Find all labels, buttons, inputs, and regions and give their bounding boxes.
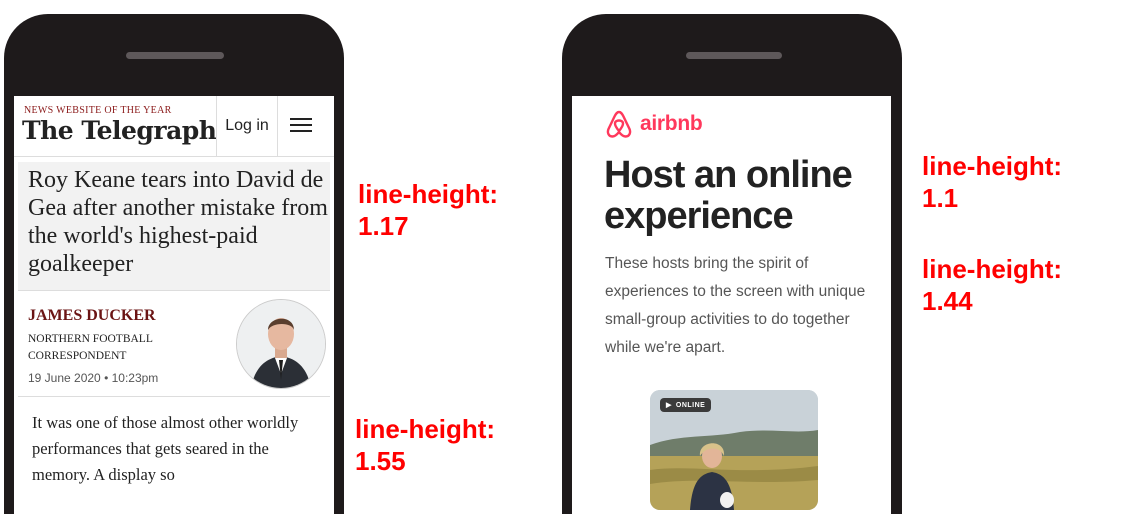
annotation-description-line-height: line-height: 1.44	[922, 253, 1062, 317]
article-date: 19 June 2020 • 10:23pm	[28, 371, 159, 385]
hamburger-menu-icon[interactable]	[290, 118, 312, 134]
experience-card[interactable]: ▶ ONLINE	[650, 390, 818, 510]
annotation-value: 1.55	[355, 446, 406, 476]
annotation-body-line-height: line-height: 1.55	[355, 413, 495, 477]
page-title: Host an online experience	[604, 154, 853, 237]
annotation-title-line-height: line-height: 1.1	[922, 150, 1062, 214]
play-icon: ▶	[666, 402, 672, 409]
author-avatar	[236, 299, 326, 389]
author-role: NORTHERN FOOTBALL CORRESPONDENT	[28, 333, 153, 362]
online-badge-label: ONLINE	[675, 401, 706, 409]
telegraph-header: NEWS WEBSITE OF THE YEAR The Telegraph L…	[14, 96, 334, 157]
phone-speaker	[126, 52, 224, 59]
airbnb-screen: airbnb Host an online experience These h…	[572, 96, 891, 514]
phone-frame-airbnb: airbnb Host an online experience These h…	[562, 14, 902, 514]
page-description: These hosts bring the spirit of experien…	[605, 255, 866, 356]
article-headline: Roy Keane tears into David de Gea after …	[28, 167, 328, 278]
login-button[interactable]: Log in	[216, 96, 278, 156]
divider	[18, 396, 330, 397]
airbnb-logo-icon	[606, 110, 632, 138]
airbnb-wordmark: airbnb	[640, 112, 703, 135]
annotation-label: line-height:	[922, 151, 1063, 181]
telegraph-tagline: NEWS WEBSITE OF THE YEAR	[24, 105, 172, 116]
annotation-headline-line-height: line-height: 1.17	[358, 178, 498, 242]
author-name[interactable]: JAMES DUCKER	[28, 307, 156, 325]
annotation-label: line-height:	[358, 179, 499, 209]
article-body: It was one of those almost other worldly…	[32, 413, 299, 485]
telegraph-logo[interactable]: The Telegraph	[22, 116, 217, 145]
online-badge: ▶ ONLINE	[660, 398, 712, 412]
phone-speaker	[686, 52, 782, 59]
phone-frame-telegraph: NEWS WEBSITE OF THE YEAR The Telegraph L…	[4, 14, 344, 514]
headline-box: Roy Keane tears into David de Gea after …	[18, 162, 330, 291]
annotation-label: line-height:	[922, 254, 1063, 284]
annotation-value: 1.17	[358, 211, 409, 241]
login-label: Log in	[225, 117, 269, 134]
annotation-label: line-height:	[355, 414, 496, 444]
annotation-value: 1.44	[922, 286, 973, 316]
annotation-value: 1.1	[922, 183, 959, 213]
telegraph-screen: NEWS WEBSITE OF THE YEAR The Telegraph L…	[14, 96, 334, 514]
airbnb-logo[interactable]: airbnb	[604, 108, 703, 140]
